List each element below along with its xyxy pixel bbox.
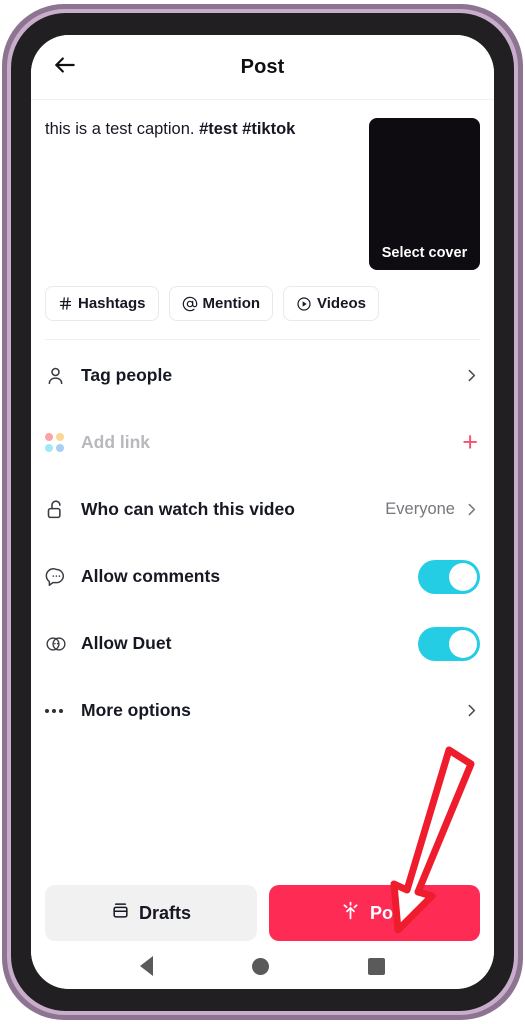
quick-insert-chips: Hashtags Mention Videos <box>31 270 494 321</box>
chip-videos[interactable]: Videos <box>283 286 379 321</box>
drafts-button[interactable]: Drafts <box>45 885 257 941</box>
settings-list: Tag people Add link + Who can watch this… <box>31 340 494 744</box>
chevron-right-icon <box>463 501 480 518</box>
drafts-label: Drafts <box>138 902 191 923</box>
play-circle-icon <box>296 296 312 312</box>
post-label: Post <box>369 902 409 923</box>
phone-frame: Post this is a test caption. #test #tikt… <box>2 4 523 1020</box>
plus-icon[interactable]: + <box>462 429 480 456</box>
ellipsis-icon <box>45 708 63 713</box>
setting-label-tag-people: Tag people <box>81 365 173 385</box>
setting-row-allow-duet[interactable]: Allow Duet <box>45 610 480 677</box>
hash-icon <box>58 296 73 311</box>
four-dots-icon <box>45 433 64 452</box>
page-title: Post <box>240 55 285 78</box>
nav-back-icon[interactable] <box>140 956 154 976</box>
toggle-allow-duet[interactable] <box>418 626 480 661</box>
person-icon <box>45 365 75 386</box>
setting-row-add-link[interactable]: Add link + <box>45 409 480 476</box>
nav-recents-icon[interactable] <box>367 957 385 975</box>
chip-mention-label: Mention <box>202 295 261 312</box>
select-cover-label: Select cover <box>381 245 468 261</box>
phone-rim: Post this is a test caption. #test #tikt… <box>7 9 518 1015</box>
setting-label-add-link: Add link <box>81 432 151 452</box>
phone-bezel: Post this is a test caption. #test #tikt… <box>11 13 514 1011</box>
setting-value-privacy: Everyone <box>385 500 455 518</box>
upload-sparkle-icon <box>340 900 361 926</box>
caption-hashtags: #test #tiktok <box>199 120 296 138</box>
toggle-allow-comments[interactable] <box>418 559 480 594</box>
setting-row-privacy[interactable]: Who can watch this video Everyone <box>45 476 480 543</box>
chip-mention[interactable]: Mention <box>168 286 274 321</box>
chevron-right-icon <box>463 367 480 384</box>
setting-label-allow-comments: Allow comments <box>81 566 221 586</box>
duet-icon <box>45 633 75 655</box>
chevron-right-icon <box>463 702 480 719</box>
comment-bubble-icon <box>45 566 75 587</box>
setting-label-more-options: More options <box>81 700 191 720</box>
setting-row-allow-comments[interactable]: Allow comments <box>45 543 480 610</box>
setting-label-privacy: Who can watch this video <box>81 499 295 519</box>
at-icon <box>182 296 198 312</box>
setting-row-more-options[interactable]: More options <box>45 677 480 744</box>
nav-home-icon[interactable] <box>251 957 269 975</box>
post-button[interactable]: Post <box>269 885 480 941</box>
chip-hashtags[interactable]: Hashtags <box>45 286 159 321</box>
chip-hashtags-label: Hashtags <box>78 295 146 312</box>
chip-videos-label: Videos <box>317 295 366 312</box>
select-cover-thumbnail[interactable]: Select cover <box>369 118 480 270</box>
setting-label-allow-duet: Allow Duet <box>81 633 172 653</box>
phone-screen: Post this is a test caption. #test #tikt… <box>31 35 494 989</box>
inbox-icon <box>111 901 130 925</box>
setting-row-tag-people[interactable]: Tag people <box>45 342 480 409</box>
toggle-knob <box>449 629 477 658</box>
caption-text: this is a test caption. #test #tiktok <box>45 118 355 140</box>
unlock-icon <box>45 499 75 520</box>
back-button[interactable] <box>45 47 85 87</box>
caption-section: this is a test caption. #test #tiktok Se… <box>31 100 494 270</box>
app-header: Post <box>31 35 494 100</box>
bottom-action-bar: Drafts Post <box>31 885 494 941</box>
android-navbar <box>31 943 494 989</box>
arrow-left-icon <box>52 52 78 83</box>
caption-input[interactable]: this is a test caption. #test #tiktok <box>45 118 369 258</box>
toggle-knob <box>449 562 477 591</box>
caption-body: this is a test caption. <box>45 120 200 138</box>
